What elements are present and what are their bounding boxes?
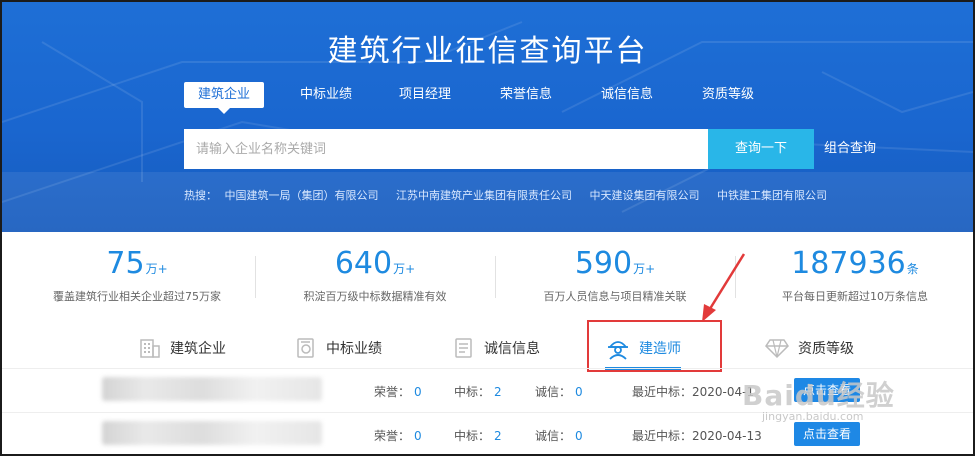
bid-label: 中标：: [454, 385, 491, 399]
tab-bid-performance[interactable]: 中标业绩: [300, 82, 352, 108]
category-label: 资质等级: [798, 341, 854, 357]
baidu-watermark: Baidu经验: [742, 379, 895, 412]
credit-field: 诚信： 0: [535, 427, 583, 444]
recent-bid-field: 最近中标：2020-04-1: [632, 383, 754, 400]
hot-search-item[interactable]: 中铁建工集团有限公司: [717, 189, 827, 202]
site-title: 建筑行业征信查询平台: [327, 34, 648, 69]
honor-value[interactable]: 0: [414, 385, 422, 399]
blurred-company-name: [102, 421, 322, 445]
honor-label: 荣誉：: [374, 429, 411, 443]
honor-label: 荣誉：: [374, 385, 411, 399]
diamond-icon: [765, 339, 789, 359]
building-icon: [140, 339, 160, 358]
stat-unit: 万+: [145, 262, 168, 276]
hot-search-item[interactable]: 江苏中南建筑产业集团有限责任公司: [396, 189, 572, 202]
search-button[interactable]: 查询一下: [708, 129, 814, 169]
stat-updates: 187936条 平台每日更新超过10万条信息: [735, 242, 973, 304]
stat-number: 75: [106, 246, 145, 281]
credit-label: 诚信：: [535, 385, 572, 399]
hot-search-row: 热搜： 中国建筑一局（集团）有限公司 江苏中南建筑产业集团有限责任公司 中天建设…: [184, 187, 841, 203]
stat-number: 640: [334, 246, 393, 281]
honor-field: 荣誉： 0: [374, 383, 422, 400]
category-tab-building-company[interactable]: 建筑企业: [138, 330, 226, 366]
tab-honor-info[interactable]: 荣誉信息: [500, 82, 552, 108]
page: 建筑行业征信查询平台 建筑企业 中标业绩 项目经理 荣誉信息 诚信信息 资质等级…: [2, 2, 973, 454]
view-button[interactable]: 点击查看: [794, 422, 860, 446]
stat-number: 590: [574, 246, 633, 281]
stat-unit: 条: [906, 262, 919, 276]
category-label: 建筑企业: [170, 341, 226, 357]
hot-search-label: 热搜：: [184, 189, 217, 202]
tab-credit-info[interactable]: 诚信信息: [601, 82, 653, 108]
category-tabs: 建筑企业 中标业绩 诚信信息 建造师 资质等级: [2, 330, 973, 370]
stat-unit: 万+: [393, 262, 416, 276]
stat-bids: 640万+ 积淀百万级中标数据精准有效: [255, 242, 495, 304]
bid-field: 中标： 2: [454, 427, 502, 444]
hot-search-item[interactable]: 中国建筑一局（集团）有限公司: [225, 189, 379, 202]
annotation-arrow: [702, 253, 746, 322]
category-label: 诚信信息: [484, 341, 540, 357]
bid-label: 中标：: [454, 429, 491, 443]
bid-value[interactable]: 2: [494, 385, 502, 399]
credit-value[interactable]: 0: [575, 385, 583, 399]
blurred-company-name: [102, 377, 322, 401]
credit-value[interactable]: 0: [575, 429, 583, 443]
hot-search-item[interactable]: 中天建设集团有限公司: [590, 189, 700, 202]
recent-label: 最近中标：: [632, 385, 693, 399]
stats-section: 75万+ 覆盖建筑行业相关企业超过75万家 640万+ 积淀百万级中标数据精准有…: [2, 242, 973, 312]
recent-value: 2020-04-13: [692, 429, 762, 443]
combo-search-link[interactable]: 组合查询: [824, 129, 876, 169]
credit-field: 诚信： 0: [535, 383, 583, 400]
category-tab-qualification[interactable]: 资质等级: [764, 330, 854, 366]
stat-companies: 75万+ 覆盖建筑行业相关企业超过75万家: [17, 242, 257, 304]
honor-field: 荣誉： 0: [374, 427, 422, 444]
category-tab-bid-performance[interactable]: 中标业绩: [294, 330, 382, 366]
bid-field: 中标： 2: [454, 383, 502, 400]
stat-desc: 积淀百万级中标数据精准有效: [303, 290, 447, 303]
tab-project-manager[interactable]: 项目经理: [399, 82, 451, 108]
search-input[interactable]: [184, 129, 708, 169]
category-label: 中标业绩: [326, 341, 382, 357]
credit-label: 诚信：: [535, 429, 572, 443]
annotation-highlight-box: [587, 320, 722, 372]
baidu-watermark-url: jingyan.baidu.com: [762, 410, 864, 423]
credit-document-icon: [455, 338, 472, 358]
hero-banner: 建筑行业征信查询平台 建筑企业 中标业绩 项目经理 荣誉信息 诚信信息 资质等级…: [2, 2, 973, 232]
stat-number: 187936: [791, 246, 906, 281]
stat-desc: 平台每日更新超过10万条信息: [782, 290, 928, 303]
stat-desc: 覆盖建筑行业相关企业超过75万家: [53, 290, 221, 303]
bid-value[interactable]: 2: [494, 429, 502, 443]
recent-label: 最近中标：: [632, 429, 693, 443]
honor-value[interactable]: 0: [414, 429, 422, 443]
tab-building-company[interactable]: 建筑企业: [184, 82, 265, 114]
category-tab-credit-info[interactable]: 诚信信息: [452, 330, 540, 366]
recent-bid-field: 最近中标：2020-04-13: [632, 427, 762, 444]
bid-document-icon: [297, 338, 314, 358]
stat-unit: 万+: [633, 262, 656, 276]
tab-qualification[interactable]: 资质等级: [702, 82, 754, 108]
